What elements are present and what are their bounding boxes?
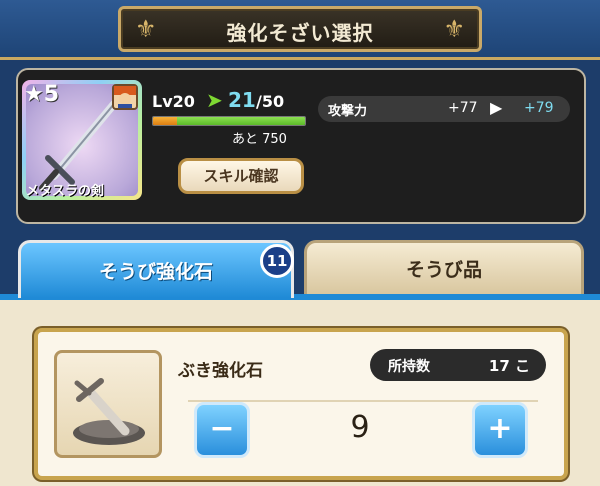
rarity-value: 5 — [43, 82, 60, 107]
level-up-arrow-icon: ➤ — [206, 88, 223, 112]
page-title: 強化そざい選択 — [226, 21, 374, 45]
increase-button[interactable]: + — [472, 402, 528, 458]
skill-check-button[interactable]: スキル確認 — [178, 158, 304, 194]
tab-enhance-stones[interactable]: そうび強化石 — [18, 240, 294, 298]
attack-stat-row: 攻撃力 +77 ▶ +79 — [318, 96, 570, 122]
stat-before: +77 — [448, 100, 478, 116]
exp-bar-gain — [177, 117, 305, 125]
tab-equipment[interactable]: そうび品 — [304, 240, 584, 294]
level-current: 21 — [228, 88, 256, 112]
material-icon-box — [54, 350, 162, 458]
title-plate: ⚜ 強化そざい選択 ⚜ — [118, 6, 482, 52]
stat-label: 攻撃力 — [328, 104, 368, 119]
exp-bar-fill — [153, 117, 178, 125]
tab-count-badge: 11 — [260, 244, 294, 278]
material-name: ぶき強化石 — [178, 361, 263, 381]
stat-arrow-icon: ▶ — [490, 98, 503, 117]
exp-bar — [152, 116, 306, 126]
rarity-badge: ★5 — [24, 82, 60, 107]
decrease-button[interactable]: − — [194, 402, 250, 458]
owned-count-pill: 所持数 17 こ — [370, 349, 546, 381]
stat-after: +79 — [524, 100, 554, 116]
hero-avatar — [112, 84, 138, 110]
owned-count: 17 こ — [488, 357, 530, 375]
quantity-value: 9 — [350, 410, 370, 445]
level-max: /50 — [256, 92, 285, 111]
hero-face-icon — [114, 86, 136, 108]
right-ornament-icon: ⚜ — [443, 15, 465, 43]
owned-label: 所持数 — [388, 359, 430, 375]
weapon-stone-icon — [73, 378, 145, 445]
level-label: Lv20 — [152, 92, 195, 111]
weapon-name: メタスラの剣 — [26, 184, 105, 199]
exp-remaining: あと 750 — [232, 132, 287, 147]
